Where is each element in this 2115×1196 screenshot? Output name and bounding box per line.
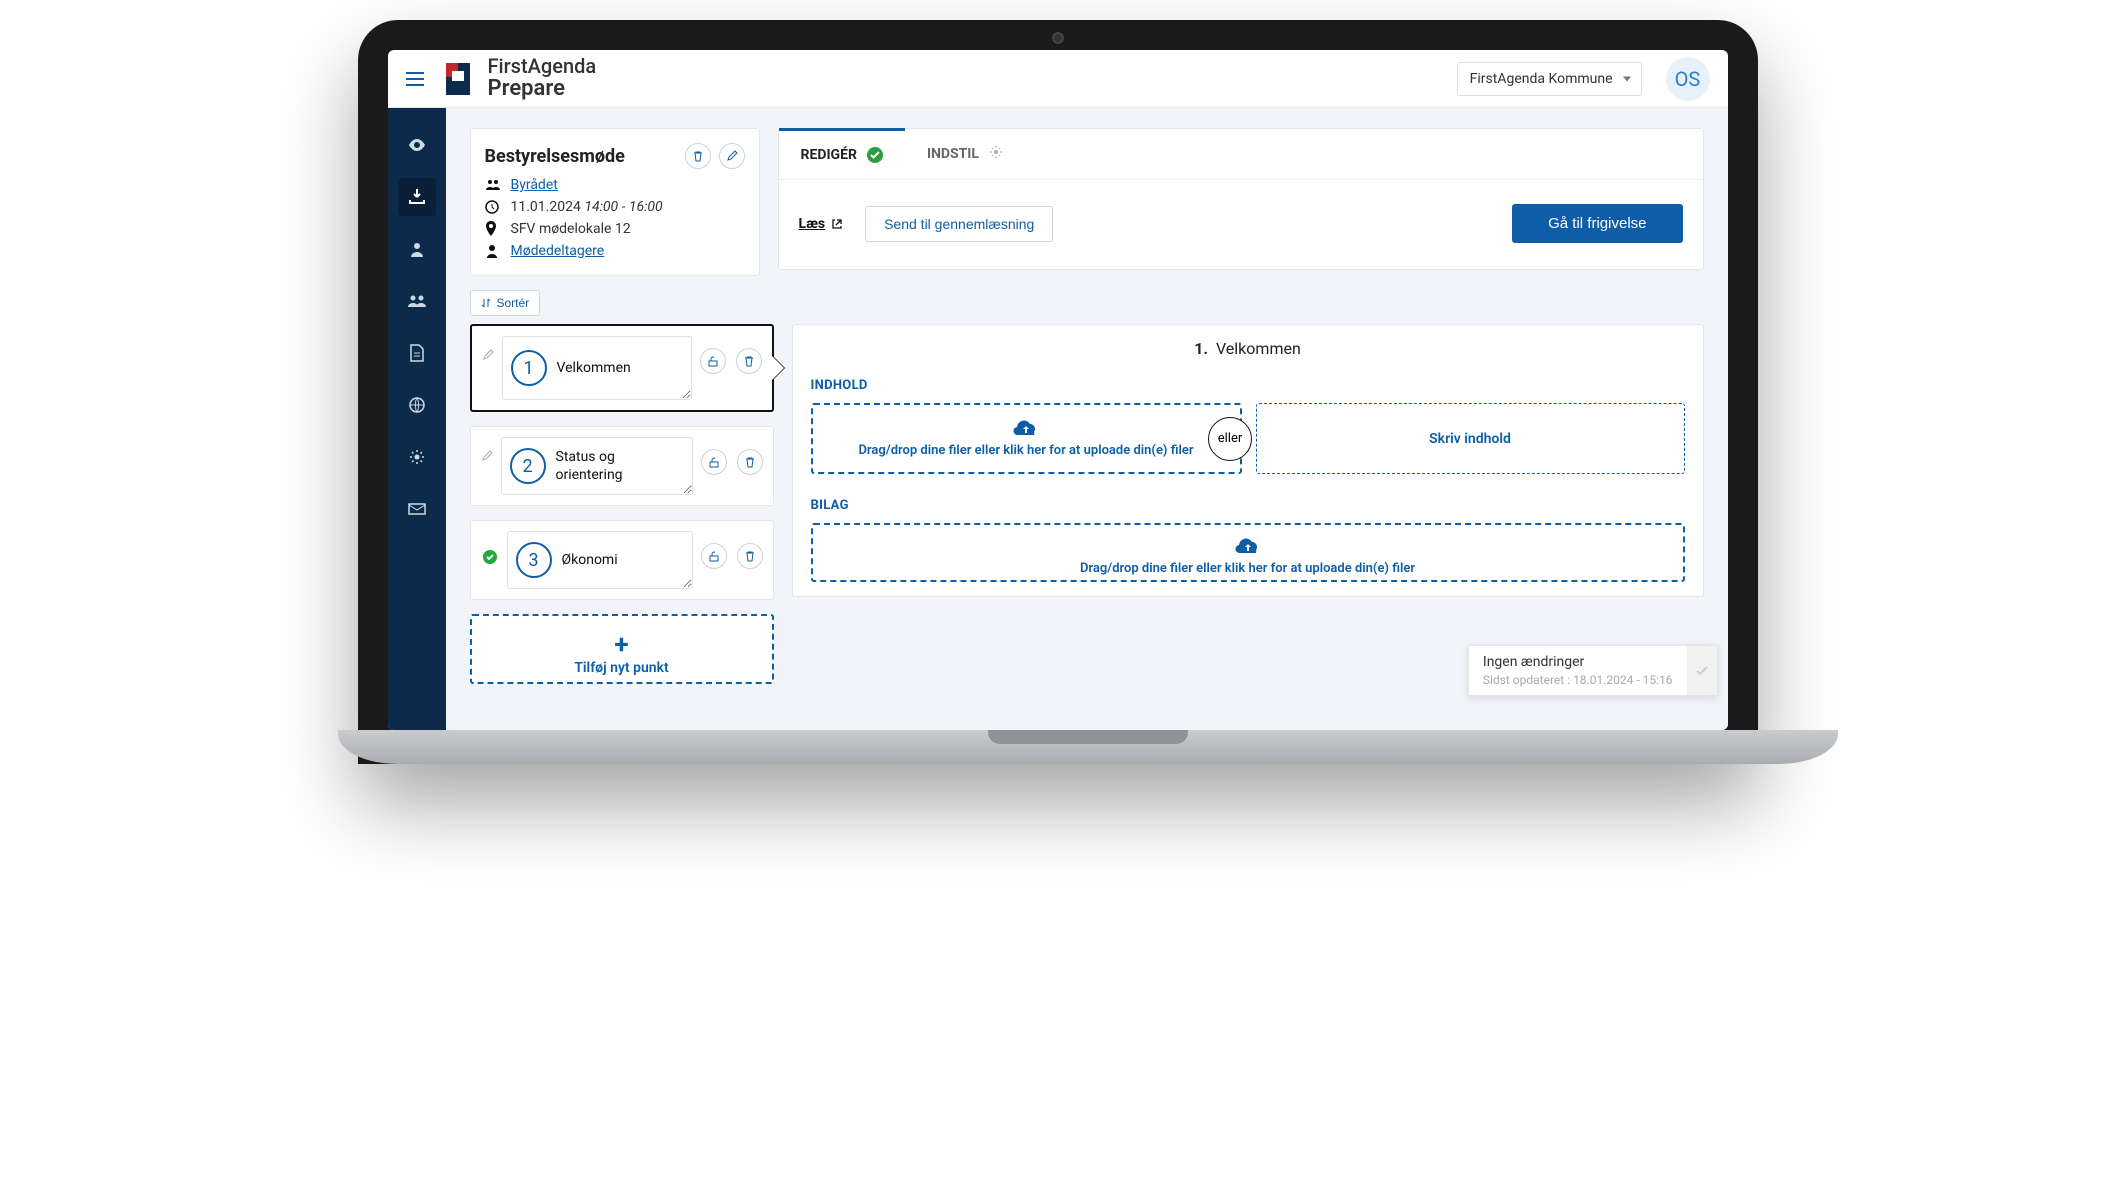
group-icon — [485, 179, 501, 191]
check-icon — [867, 147, 883, 163]
agenda-item-title: Status og orientering — [556, 448, 684, 484]
user-icon — [485, 244, 501, 258]
unlock-item-button[interactable] — [700, 348, 726, 374]
delete-meeting-button[interactable] — [685, 143, 711, 169]
org-select-value: FirstAgenda Kommune — [1470, 71, 1613, 87]
clock-icon — [485, 200, 501, 214]
dropzone-text: Drag/drop dine filer eller klik her for … — [858, 443, 1193, 458]
or-badge: eller — [1208, 417, 1252, 461]
brand: FirstAgenda Prepare — [442, 56, 597, 100]
write-content-label: Skriv indhold — [1429, 431, 1511, 447]
agenda-item[interactable]: 1 Velkommen — [470, 324, 774, 412]
avatar[interactable]: OS — [1666, 57, 1710, 101]
agenda-item[interactable]: 3 Økonomi — [470, 520, 774, 600]
agenda-item-title: Økonomi — [562, 551, 618, 569]
agenda-list: 1 Velkommen — [470, 324, 774, 684]
sort-button[interactable]: Sortér — [470, 290, 541, 316]
content-dropzone[interactable]: Drag/drop dine filer eller klik her for … — [811, 403, 1242, 474]
upload-cloud-icon — [1234, 537, 1262, 557]
meeting-date: 11.01.2024 — [511, 199, 581, 215]
external-icon — [831, 218, 843, 230]
location-icon — [485, 221, 501, 237]
agenda-item[interactable]: 2 Status og orientering — [470, 426, 774, 506]
sidebar-item-mail[interactable] — [398, 490, 436, 528]
agenda-number: 1 — [511, 350, 547, 386]
agenda-number: 3 — [516, 542, 552, 578]
tab-edit[interactable]: REDIGÉR — [779, 128, 905, 179]
read-link-label: Læs — [799, 216, 826, 232]
delete-item-button[interactable] — [737, 449, 763, 475]
toast-subtitle: Sidst opdateret : 18.01.2024 - 15:16 — [1483, 673, 1673, 687]
add-agenda-item-label: Tilføj nyt punkt — [472, 660, 772, 676]
meeting-card: Bestyrelsesmøde — [470, 128, 760, 276]
add-agenda-item-button[interactable]: + Tilføj nyt punkt — [470, 614, 774, 684]
write-content-button[interactable]: Skriv indhold — [1256, 403, 1685, 474]
gear-icon — [989, 145, 1003, 163]
agenda-number: 2 — [510, 448, 546, 484]
sidebar-item-groups[interactable] — [398, 282, 436, 320]
unlock-item-button[interactable] — [701, 543, 727, 569]
logo-icon — [442, 61, 478, 97]
sidebar — [388, 108, 446, 730]
or-label: eller — [1218, 431, 1243, 446]
sidebar-item-download[interactable] — [398, 178, 436, 216]
edit-meeting-button[interactable] — [719, 143, 745, 169]
unlock-item-button[interactable] — [701, 449, 727, 475]
sidebar-item-view[interactable] — [398, 126, 436, 164]
avatar-initials: OS — [1675, 67, 1701, 91]
save-toast: Ingen ændringer Sidst opdateret : 18.01.… — [1468, 645, 1718, 696]
org-select[interactable]: FirstAgenda Kommune — [1457, 62, 1642, 96]
sidebar-item-user[interactable] — [398, 230, 436, 268]
tab-settings[interactable]: INDSTIL — [905, 129, 1025, 179]
detail-panel: 1. Velkommen INDHOLD Drag/drop dine file… — [792, 324, 1704, 597]
plus-icon: + — [472, 630, 772, 660]
toast-confirm-icon[interactable] — [1687, 646, 1717, 695]
send-review-label: Send til gennemlæsning — [884, 216, 1034, 232]
delete-item-button[interactable] — [736, 348, 762, 374]
brand-name: FirstAgenda — [488, 56, 597, 77]
attachments-drop-text: Drag/drop dine filer eller klik her for … — [1080, 561, 1415, 576]
topbar: FirstAgenda Prepare FirstAgenda Kommune … — [388, 50, 1728, 108]
drag-handle-icon[interactable] — [482, 346, 494, 365]
tabs-panel: REDIGÉR INDSTIL — [778, 128, 1704, 270]
agenda-item-title: Velkommen — [557, 359, 631, 377]
camera — [1052, 32, 1064, 44]
toast-title: Ingen ændringer — [1483, 654, 1673, 670]
sidebar-item-document[interactable] — [398, 334, 436, 372]
detail-heading-text: Velkommen — [1216, 339, 1301, 358]
sort-label: Sortér — [497, 296, 530, 310]
attachments-dropzone[interactable]: Drag/drop dine filer eller klik her for … — [811, 523, 1685, 582]
brand-subname: Prepare — [488, 77, 597, 100]
menu-icon[interactable] — [406, 67, 424, 91]
status-ok-icon — [481, 549, 499, 565]
sidebar-item-globe[interactable] — [398, 386, 436, 424]
sort-icon — [481, 298, 491, 308]
delete-item-button[interactable] — [737, 543, 763, 569]
content-section-label: INDHOLD — [811, 378, 1685, 393]
participants-link[interactable]: Mødedeltagere — [511, 243, 605, 259]
attachments-section-label: BILAG — [811, 498, 1685, 513]
meeting-location: SFV mødelokale 12 — [511, 221, 631, 237]
send-review-button[interactable]: Send til gennemlæsning — [865, 206, 1053, 242]
group-link[interactable]: Byrådet — [511, 177, 558, 193]
meeting-title: Bestyrelsesmøde — [485, 146, 625, 167]
read-link[interactable]: Læs — [799, 216, 844, 232]
release-label: Gå til frigivelse — [1548, 215, 1646, 232]
upload-cloud-icon — [1012, 419, 1040, 439]
tab-settings-label: INDSTIL — [927, 146, 979, 162]
meeting-time: 14:00 - 16:00 — [584, 199, 662, 215]
tab-edit-label: REDIGÉR — [801, 147, 857, 163]
release-button[interactable]: Gå til frigivelse — [1512, 204, 1682, 243]
detail-heading-number: 1. — [1194, 339, 1208, 358]
sidebar-item-settings[interactable] — [398, 438, 436, 476]
drag-handle-icon[interactable] — [481, 447, 493, 466]
